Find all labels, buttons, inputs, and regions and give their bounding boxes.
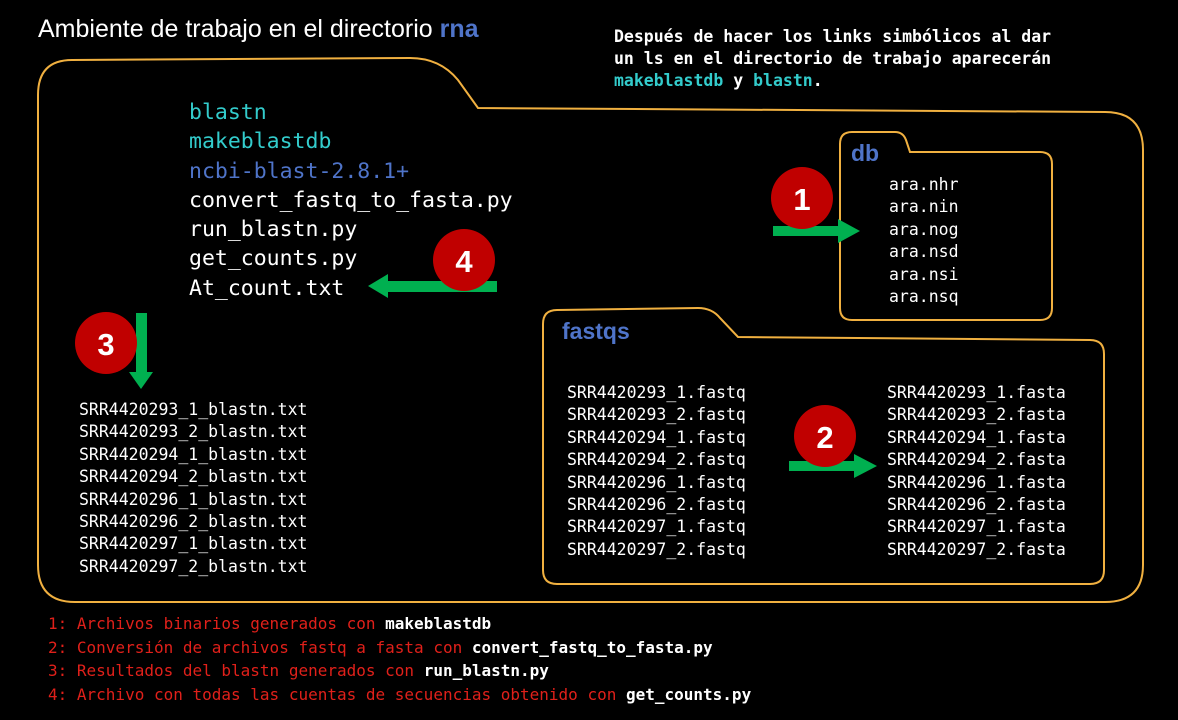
db-file: ara.nsq xyxy=(889,287,959,307)
legend-program: get_counts.py xyxy=(625,684,752,704)
listing-item: get_counts.py xyxy=(189,246,358,272)
db-file: ara.nhr xyxy=(889,175,959,194)
note-line-1: Después de hacer los links simbólicos al… xyxy=(614,27,1052,46)
step-badge-2: 2 xyxy=(794,405,856,467)
legend-text: 3: Resultados del blastn generados con xyxy=(48,661,424,680)
legend-text: 2: Conversión de archivos fastq a fasta … xyxy=(48,637,472,657)
blastn-result-file: SRR4420294_2_blastn.txt xyxy=(79,467,308,487)
listing-item: makeblastdb xyxy=(189,129,332,155)
fasta-file-list: SRR4420293_1.fasta SRR4420293_2.fasta SR… xyxy=(887,382,1066,561)
fastq-file: SRR4420293_1.fastq xyxy=(567,383,746,402)
note-prog-1: makeblastdb xyxy=(614,71,724,90)
legend-program: run_blastn.py xyxy=(423,661,549,680)
note-line-2: un ls en el directorio de trabajo aparec… xyxy=(614,49,1052,68)
fastq-file: SRR4420297_2.fastq xyxy=(567,539,746,559)
fastqs-folder-label: fastqs xyxy=(562,318,630,344)
fasta-file: SRR4420294_2.fasta xyxy=(887,450,1066,470)
listing-item: blastn xyxy=(189,100,267,125)
fastq-file: SRR4420297_1.fastq xyxy=(567,517,746,537)
explanatory-note: Después de hacer los links simbólicos al… xyxy=(614,26,1051,92)
diagram-canvas: 1 2 3 4 Ambiente de trabajo en el direct… xyxy=(0,0,1178,720)
legend-item-1: 1: Archivos binarios generados con makeb… xyxy=(48,612,751,636)
blastn-result-file: SRR4420294_1_blastn.txt xyxy=(79,444,308,464)
fastq-file: SRR4420294_2.fastq xyxy=(567,450,746,470)
fasta-file: SRR4420294_1.fasta xyxy=(887,427,1066,447)
legend-program: convert_fastq_to_fasta.py xyxy=(471,637,713,657)
note-mid: y xyxy=(723,71,754,90)
listing-item: convert_fastq_to_fasta.py xyxy=(189,187,513,213)
fasta-file: SRR4420296_1.fasta xyxy=(887,472,1066,492)
page-title: Ambiente de trabajo en el directorio rna xyxy=(38,15,479,44)
listing-item: At_count.txt xyxy=(189,275,345,301)
title-text: Ambiente de trabajo en el directorio xyxy=(38,15,440,43)
fastq-file: SRR4420296_2.fastq xyxy=(567,495,746,515)
step-badge-1: 1 xyxy=(771,167,833,229)
db-folder-label: db xyxy=(851,140,880,166)
db-file: ara.nog xyxy=(889,219,959,239)
legend-program: makeblastdb xyxy=(385,614,492,633)
fasta-file: SRR4420293_2.fasta xyxy=(887,405,1066,425)
fasta-file: SRR4420293_1.fasta xyxy=(887,383,1066,402)
blastn-results-list: SRR4420293_1_blastn.txt SRR4420293_2_bla… xyxy=(79,399,307,578)
db-file-list: ara.nhr ara.nin ara.nog ara.nsd ara.nsi … xyxy=(889,174,959,308)
legend-item-4: 4: Archivo con todas las cuentas de secu… xyxy=(48,683,751,707)
fastq-file: SRR4420293_2.fastq xyxy=(567,405,746,425)
step-badge-2-label: 2 xyxy=(816,420,833,455)
step-badge-3-label: 3 xyxy=(97,327,114,362)
listing-item: run_blastn.py xyxy=(189,217,358,243)
fasta-file: SRR4420296_2.fasta xyxy=(887,495,1066,515)
listing-item: ncbi-blast-2.8.1+ xyxy=(189,158,410,184)
legend-text: 1: Archivos binarios generados con xyxy=(48,614,386,633)
fasta-file: SRR4420297_1.fasta xyxy=(887,517,1066,537)
db-file: ara.nsi xyxy=(889,264,959,284)
legend-text: 4: Archivo con todas las cuentas de secu… xyxy=(48,684,626,704)
db-file: ara.nsd xyxy=(889,242,959,262)
step-badge-3: 3 xyxy=(75,312,137,374)
note-end: . xyxy=(812,71,823,90)
title-dir: rna xyxy=(439,15,479,43)
rna-directory-listing: blastn makeblastdb ncbi-blast-2.8.1+ con… xyxy=(189,98,513,303)
legend-item-3: 3: Resultados del blastn generados con r… xyxy=(48,659,751,683)
blastn-result-file: SRR4420296_1_blastn.txt xyxy=(79,489,308,509)
step-badge-1-label: 1 xyxy=(793,182,810,217)
note-line-3: makeblastdb y blastn. xyxy=(614,70,1051,92)
fastq-file-list: SRR4420293_1.fastq SRR4420293_2.fastq SR… xyxy=(567,382,746,561)
blastn-result-file: SRR4420297_2_blastn.txt xyxy=(79,556,308,576)
blastn-result-file: SRR4420296_2_blastn.txt xyxy=(79,512,308,532)
note-prog-2: blastn xyxy=(753,71,813,90)
blastn-result-file: SRR4420297_1_blastn.txt xyxy=(79,534,308,554)
legend-item-2: 2: Conversión de archivos fastq a fasta … xyxy=(48,636,751,660)
fastq-file: SRR4420294_1.fastq xyxy=(567,427,746,447)
blastn-result-file: SRR4420293_1_blastn.txt xyxy=(79,400,308,419)
blastn-result-file: SRR4420293_2_blastn.txt xyxy=(79,422,308,442)
legend: 1: Archivos binarios generados con makeb… xyxy=(48,612,751,706)
fastq-file: SRR4420296_1.fastq xyxy=(567,472,746,492)
db-file: ara.nin xyxy=(889,197,959,217)
fasta-file: SRR4420297_2.fasta xyxy=(887,539,1066,559)
